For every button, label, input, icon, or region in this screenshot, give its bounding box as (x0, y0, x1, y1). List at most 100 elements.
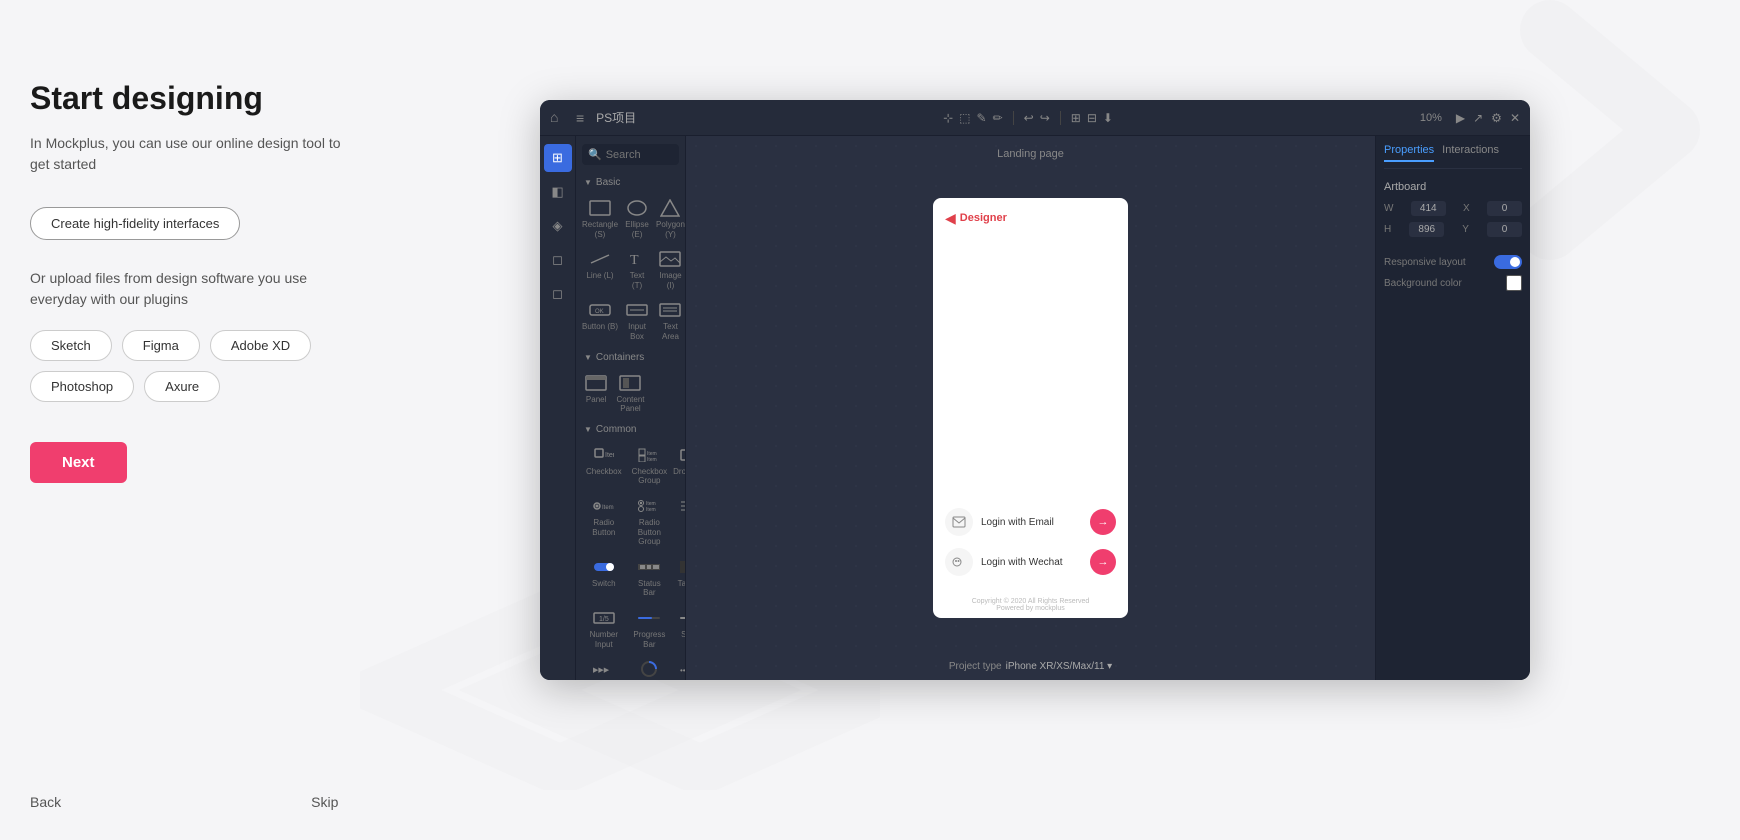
comp-radio[interactable]: Item Radio Button (580, 492, 628, 551)
canvas-label: Landing page (997, 148, 1064, 160)
create-interfaces-button[interactable]: Create high-fidelity interfaces (30, 207, 240, 240)
tab-interactions[interactable]: Interactions (1442, 144, 1499, 162)
comp-checkbox[interactable]: Item Checkbox (580, 441, 628, 490)
editor-body: ⊞ ◧ ◈ ◻ ◻ 🔍 ▼ Basic Rectangle (540, 136, 1530, 680)
comp-breadcrumb[interactable]: ▶▶▶ Breadcrumb (580, 655, 628, 680)
comp-text[interactable]: T Text (T) (622, 245, 652, 294)
comp-progress-view[interactable]: Progress View (630, 655, 670, 680)
comp-ellipse-icon (624, 198, 650, 218)
comp-text-label: Text (T) (624, 271, 650, 290)
comp-panel-label: Panel (586, 395, 606, 405)
comp-rectangle[interactable]: Rectangle (S) (580, 194, 620, 243)
responsive-layout-toggle[interactable] (1494, 255, 1522, 269)
tool-draw[interactable]: ✏ (993, 111, 1003, 125)
sidebar-assets-icon[interactable]: ◈ (544, 212, 572, 240)
tool-grid2[interactable]: ⊟ (1087, 111, 1097, 125)
page-title: Start designing (30, 80, 390, 117)
login-email-icon (945, 508, 973, 536)
login-wechat-arrow[interactable]: → (1090, 549, 1116, 575)
plugin-btn-photoshop[interactable]: Photoshop (30, 371, 134, 402)
section-basic-arrow: ▼ (584, 178, 592, 187)
comp-polygon[interactable]: Polygon (Y) (654, 194, 686, 243)
svg-text:1/5: 1/5 (599, 616, 609, 623)
properties-tabs: Properties Interactions (1384, 144, 1522, 169)
comp-image-label: Image (I) (656, 271, 685, 290)
comp-switch[interactable]: Switch (580, 553, 628, 602)
settings-btn[interactable]: ⚙ (1491, 111, 1502, 125)
plugin-btn-figma[interactable]: Figma (122, 330, 200, 361)
y-label: Y (1462, 224, 1469, 235)
component-search-input[interactable] (606, 149, 676, 161)
preview-btn[interactable]: ▶ (1456, 111, 1465, 125)
tool-grid1[interactable]: ⊞ (1071, 111, 1081, 125)
comp-number-input[interactable]: 1/5 Number Input (580, 604, 628, 653)
close-btn[interactable]: ✕ (1510, 111, 1520, 125)
comp-line[interactable]: Line (L) (580, 245, 620, 294)
plugin-btn-sketch[interactable]: Sketch (30, 330, 112, 361)
comp-status-bar[interactable]: Status Bar (630, 553, 670, 602)
comp-tab-bar[interactable]: Tab Bar (671, 553, 686, 602)
height-value[interactable]: 896 (1409, 222, 1444, 237)
svg-text:Item: Item (647, 457, 657, 462)
comp-input[interactable]: Input Box (622, 296, 652, 345)
editor-home-icon[interactable]: ⌂ (550, 109, 568, 127)
width-label: W (1384, 203, 1393, 214)
tab-properties[interactable]: Properties (1384, 144, 1434, 162)
editor-project-title: PS项目 (596, 109, 636, 126)
canvas-area[interactable]: Landing page ◀ Designer (686, 136, 1375, 680)
comp-image[interactable]: Image (I) (654, 245, 686, 294)
plugin-btn-axure[interactable]: Axure (144, 371, 220, 402)
x-value[interactable]: 0 (1487, 201, 1522, 216)
comp-button[interactable]: OK Button (B) (580, 296, 620, 345)
login-email-row: Login with Email → (945, 508, 1116, 536)
component-search-bar[interactable]: 🔍 (582, 144, 679, 165)
tool-export[interactable]: ⬇ (1103, 111, 1113, 125)
sidebar-pages-icon[interactable]: ◻ (544, 246, 572, 274)
phone-content: ◀ Designer Login with Email → (933, 198, 1128, 618)
comp-checkbox-group[interactable]: ItemItem Checkbox Group (630, 441, 670, 490)
comp-content-panel-icon (617, 373, 643, 393)
comp-text-icon: T (624, 249, 650, 269)
sidebar-more-icon[interactable]: ◻ (544, 280, 572, 308)
background-color-label: Background color (1384, 278, 1462, 289)
comp-ellipse[interactable]: Ellipse (E) (622, 194, 652, 243)
section-containers-header[interactable]: ▼ Containers (576, 348, 685, 367)
editor-menu-icon[interactable]: ≡ (576, 110, 584, 126)
section-common-header[interactable]: ▼ Common (576, 420, 685, 439)
sidebar-components-icon[interactable]: ⊞ (544, 144, 572, 172)
comp-rating-bar[interactable]: ••• Rating Bar (671, 655, 686, 680)
artboard-section-title: Artboard (1384, 181, 1522, 193)
plugin-btn-adobe-xd[interactable]: Adobe XD (210, 330, 311, 361)
sidebar-layers-icon[interactable]: ◧ (544, 178, 572, 206)
background-color-swatch[interactable] (1506, 275, 1522, 291)
section-basic-header[interactable]: ▼ Basic (576, 173, 685, 192)
y-value[interactable]: 0 (1487, 222, 1522, 237)
tool-pen[interactable]: ✎ (977, 111, 987, 125)
comp-content-panel[interactable]: Content Panel (614, 369, 646, 418)
share-btn[interactable]: ↗ (1473, 111, 1483, 125)
zoom-level: 10% (1420, 112, 1442, 124)
phone-frame[interactable]: ◀ Designer Login with Email → (933, 198, 1128, 618)
device-type-value[interactable]: iPhone XR/XS/Max/11 ▾ (1006, 661, 1113, 672)
comp-polygon-icon (657, 198, 683, 218)
comp-panel[interactable]: Panel (580, 369, 612, 418)
comp-progress-bar[interactable]: Progress Bar (630, 604, 670, 653)
tool-artboard[interactable]: ⬚ (959, 111, 970, 125)
comp-list[interactable]: List (671, 492, 686, 551)
device-type-bar[interactable]: Project type iPhone XR/XS/Max/11 ▾ (949, 661, 1112, 672)
next-button[interactable]: Next (30, 442, 127, 483)
svg-text:Item: Item (602, 505, 614, 511)
tool-undo[interactable]: ↩ (1024, 111, 1034, 125)
comp-radio-group[interactable]: ItemItem Radio Button Group (630, 492, 670, 551)
login-email-arrow[interactable]: → (1090, 509, 1116, 535)
comp-dropdown[interactable]: Dropdown (671, 441, 686, 490)
width-value[interactable]: 414 (1411, 201, 1446, 216)
tool-redo[interactable]: ↪ (1040, 111, 1050, 125)
powered-by-text: Powered by mockplus (945, 605, 1116, 612)
background-color-row: Background color (1384, 275, 1522, 291)
comp-slider[interactable]: Slider (671, 604, 686, 653)
phone-header: ◀ Designer (933, 198, 1128, 238)
x-label: X (1463, 203, 1470, 214)
comp-textarea[interactable]: Text Area (654, 296, 686, 345)
tool-select[interactable]: ⊹ (943, 111, 953, 125)
